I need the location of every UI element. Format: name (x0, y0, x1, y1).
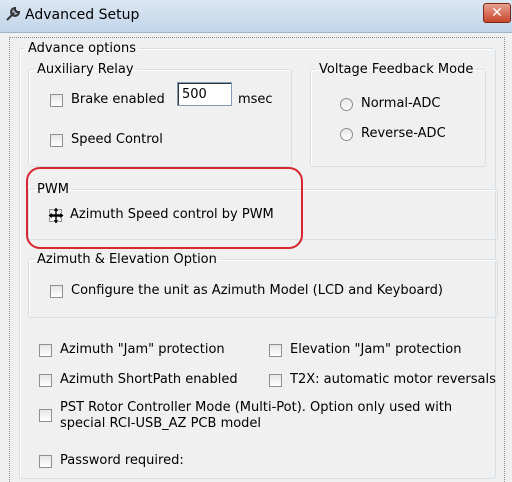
az-el-option-legend: Azimuth & Elevation Option (37, 252, 217, 267)
auxiliary-relay-legend: Auxiliary Relay (37, 62, 134, 77)
design-grid-left (9, 37, 10, 482)
azimuth-jam-label: Azimuth "Jam" protection (60, 342, 225, 357)
auxiliary-relay-group: Auxiliary Relay (28, 62, 292, 167)
password-required-label: Password required: (60, 453, 184, 468)
title-bar: Advanced Setup ✕ (0, 0, 512, 33)
reverse-adc-label: Reverse-ADC (361, 126, 446, 141)
brake-enabled-label: Brake enabled (71, 92, 165, 107)
close-button[interactable]: ✕ (483, 3, 511, 23)
normal-adc-label: Normal-ADC (361, 96, 441, 111)
red-highlight-annotation (26, 167, 303, 249)
brake-enabled-checkbox[interactable] (50, 94, 63, 107)
t2x-reversals-checkbox[interactable] (269, 374, 282, 387)
advance-options-legend: Advance options (28, 41, 136, 56)
reverse-adc-radio[interactable] (340, 128, 353, 141)
t2x-reversals-label: T2X: automatic motor reversals (290, 372, 496, 387)
pst-mode-checkbox[interactable] (39, 409, 52, 422)
design-grid-top (9, 37, 505, 38)
design-grid-right (504, 37, 505, 482)
password-required-checkbox[interactable] (39, 455, 52, 468)
pst-mode-label-line1: PST Rotor Controller Mode (Multi-Pot). O… (60, 400, 453, 415)
speed-control-label: Speed Control (71, 132, 163, 147)
configure-azimuth-model-checkbox[interactable] (50, 285, 63, 298)
normal-adc-radio[interactable] (340, 98, 353, 111)
azimuth-jam-checkbox[interactable] (39, 344, 52, 357)
wrench-icon (6, 6, 21, 21)
close-icon: ✕ (491, 5, 503, 21)
window-title: Advanced Setup (25, 7, 140, 23)
brake-unit-label: msec (238, 92, 273, 107)
voltage-feedback-legend: Voltage Feedback Mode (319, 62, 474, 77)
azimuth-shortpath-label: Azimuth ShortPath enabled (60, 372, 238, 387)
azimuth-shortpath-checkbox[interactable] (39, 374, 52, 387)
brake-msec-input[interactable] (177, 82, 232, 106)
speed-control-checkbox[interactable] (50, 134, 63, 147)
pst-mode-label-line2: special RCI-USB_AZ PCB model (60, 416, 262, 431)
configure-azimuth-model-label: Configure the unit as Azimuth Model (LCD… (71, 283, 443, 298)
elevation-jam-label: Elevation "Jam" protection (290, 342, 462, 357)
elevation-jam-checkbox[interactable] (269, 344, 282, 357)
voltage-feedback-group: Voltage Feedback Mode (310, 62, 486, 167)
